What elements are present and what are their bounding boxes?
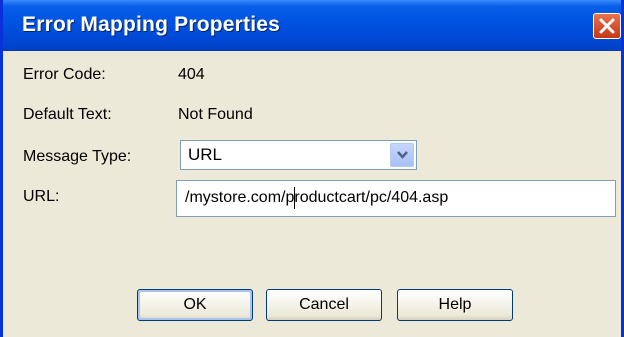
- cancel-button[interactable]: Cancel: [266, 289, 382, 321]
- close-icon: [599, 18, 615, 34]
- default-text-value: Not Found: [178, 106, 253, 123]
- help-button[interactable]: Help: [397, 289, 513, 321]
- url-input[interactable]: /mystore.com/productcart/pc/404.asp: [176, 180, 616, 217]
- error-code-value: 404: [178, 66, 205, 83]
- text-caret: [294, 187, 295, 209]
- url-label: URL:: [23, 188, 60, 205]
- default-text-label: Default Text:: [23, 106, 112, 123]
- chevron-down-icon: [397, 151, 408, 159]
- message-type-value: URL: [188, 145, 223, 164]
- error-mapping-dialog: Error Mapping Properties Error Code: 404…: [0, 0, 624, 337]
- url-input-value: /mystore.com/productcart/pc/404.asp: [185, 189, 449, 206]
- message-type-select[interactable]: URL: [180, 140, 417, 170]
- ok-button[interactable]: OK: [137, 289, 253, 321]
- close-button[interactable]: [593, 13, 621, 39]
- window-title: Error Mapping Properties: [22, 13, 281, 36]
- message-type-label: Message Type:: [23, 148, 132, 165]
- error-code-label: Error Code:: [23, 66, 106, 83]
- title-bar[interactable]: Error Mapping Properties: [3, 0, 621, 51]
- dropdown-button[interactable]: [390, 143, 414, 167]
